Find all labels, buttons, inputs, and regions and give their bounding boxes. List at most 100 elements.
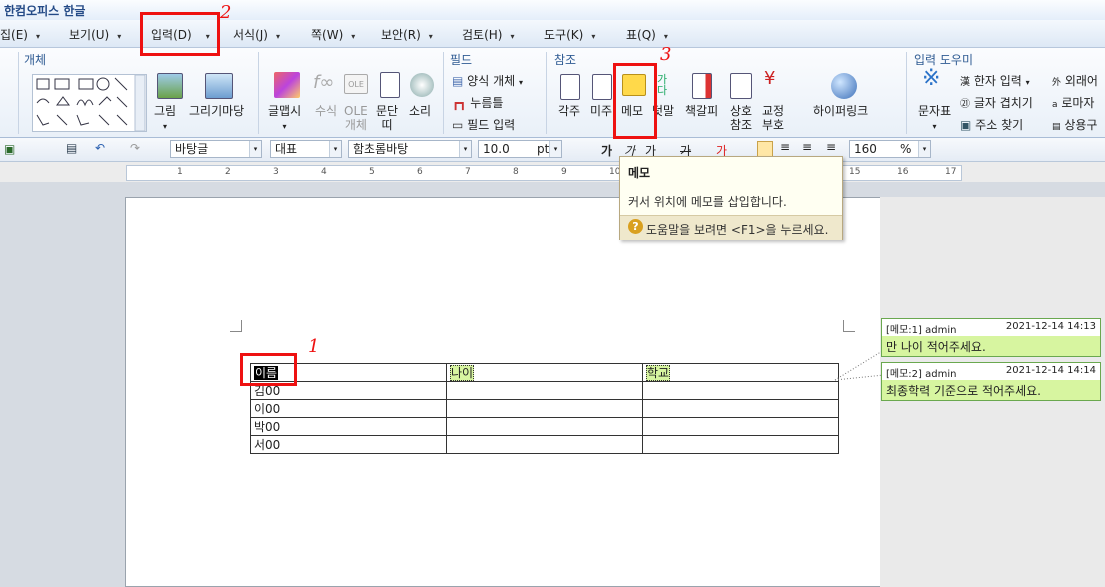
menu-table[interactable]: 표(Q) ▾ bbox=[626, 26, 668, 43]
menu-view[interactable]: 보기(U) ▾ bbox=[69, 26, 121, 43]
group-object-title: 개체 bbox=[24, 53, 47, 67]
form-object-button[interactable]: ▤ 양식 개체 ▾ bbox=[452, 72, 523, 89]
equation-icon: f∞ bbox=[313, 72, 335, 93]
phrases-icon: ▤ bbox=[1052, 122, 1061, 132]
document-table[interactable]: 이름 나이 학교 김00 이00 박00 서00 bbox=[250, 363, 839, 454]
undo-icon[interactable]: ↶ bbox=[95, 141, 105, 155]
align-center-icon[interactable]: ≡ bbox=[802, 140, 812, 154]
table-cell[interactable]: 학교 bbox=[642, 363, 839, 382]
ruler-label: 5 bbox=[369, 167, 375, 177]
proof-mark-button[interactable]: 교정 부호 bbox=[762, 104, 784, 132]
proof-mark-icon: ¥ bbox=[764, 68, 776, 89]
ruler-label: 15 bbox=[849, 167, 861, 177]
memo-icon bbox=[622, 74, 646, 96]
sound-button[interactable]: 소리 bbox=[409, 104, 431, 118]
address-icon: ▣ bbox=[960, 118, 972, 132]
menu-review[interactable]: 검토(H) ▾ bbox=[462, 26, 514, 43]
picture-button[interactable]: 그림 ▾ bbox=[154, 104, 176, 134]
menu-bar: 집(E) ▾ 보기(U) ▾ 입력(D) ▾ 서식(J) ▾ 쪽(W) ▾ 보안(R) ▾ … bbox=[0, 20, 1105, 48]
selected-text: 이름 bbox=[254, 365, 279, 380]
memo-text[interactable]: 최종학력 기준으로 적어주세요. bbox=[882, 380, 1100, 400]
margin-mark bbox=[230, 320, 242, 332]
language-select[interactable]: 대표 ▾ bbox=[270, 140, 342, 158]
char-map-button[interactable]: 문자표 ▾ bbox=[918, 104, 951, 134]
align-justify-icon[interactable] bbox=[757, 141, 773, 157]
table-cell[interactable]: 박00 bbox=[250, 417, 447, 436]
group-field-title: 필드 bbox=[450, 53, 473, 67]
table-cell[interactable] bbox=[642, 435, 839, 454]
menu-edit[interactable]: 집(E) ▾ bbox=[0, 26, 40, 43]
style-select[interactable]: 바탕글 ▾ bbox=[170, 140, 262, 158]
char-overlap-button[interactable]: ㉑ 글자 겹치기 bbox=[960, 94, 1033, 111]
caption-button[interactable]: 덧말 bbox=[652, 104, 674, 118]
table-cell[interactable] bbox=[642, 381, 839, 400]
memo-box[interactable]: [메모:1] admin 2021-12-14 14:13 만 나이 적어주세요. bbox=[881, 318, 1101, 357]
phrases-button[interactable]: ▤ 상용구 bbox=[1052, 116, 1097, 133]
memo-button[interactable]: 메모 bbox=[621, 104, 643, 118]
equation-button[interactable]: 수식 bbox=[315, 104, 337, 118]
hanja-input-button[interactable]: 漢 한자 입력 ▾ bbox=[960, 72, 1030, 89]
romanize-button[interactable]: a 로마자 bbox=[1052, 94, 1094, 111]
ruler-label: 4 bbox=[321, 167, 327, 177]
footnote-button[interactable]: 각주 bbox=[558, 104, 580, 118]
shapes-gallery[interactable] bbox=[32, 74, 147, 132]
ruler-label: 8 bbox=[513, 167, 519, 177]
picture-icon bbox=[157, 73, 183, 99]
wordart-button[interactable]: 글맵시 ▾ bbox=[268, 104, 301, 134]
table-cell[interactable] bbox=[446, 417, 643, 436]
foreign-word-button[interactable]: 外 외래어 bbox=[1052, 72, 1098, 89]
roman-icon: a bbox=[1052, 100, 1058, 110]
click-here-button[interactable]: ┏┓ 누름틀 bbox=[452, 94, 503, 111]
table-cell[interactable] bbox=[642, 399, 839, 418]
print-icon[interactable]: ▤ bbox=[66, 141, 77, 155]
ole-icon: OLE bbox=[344, 74, 368, 94]
table-cell[interactable]: 나이 bbox=[446, 363, 643, 382]
table-cell[interactable]: 서00 bbox=[250, 435, 447, 454]
menu-page[interactable]: 쪽(W) ▾ bbox=[311, 26, 355, 43]
table-row[interactable]: 이름 나이 학교 bbox=[250, 363, 839, 382]
paragraph-band-icon bbox=[380, 72, 400, 98]
memo-anchor: 학교 bbox=[646, 364, 671, 381]
ruler-label: 6 bbox=[417, 167, 423, 177]
hyperlink-button[interactable]: 하이퍼링크 bbox=[813, 104, 868, 118]
menu-security[interactable]: 보안(R) ▾ bbox=[381, 26, 433, 43]
bookmark-button[interactable]: 책갈피 bbox=[685, 104, 718, 118]
table-row[interactable]: 서00 bbox=[250, 435, 839, 454]
paragraph-band-button[interactable]: 문단 띠 bbox=[376, 104, 398, 132]
annotation-label: 3 bbox=[660, 44, 672, 65]
ole-button[interactable]: OLE 개체 bbox=[344, 104, 368, 132]
table-cell[interactable] bbox=[446, 435, 643, 454]
table-cell[interactable]: 이름 bbox=[250, 363, 447, 382]
drawing-market-button[interactable]: 그리기마당 bbox=[189, 104, 244, 118]
menu-insert[interactable]: 입력(D) ▾ bbox=[151, 26, 210, 43]
save-icon[interactable]: ▣ bbox=[4, 142, 15, 156]
memo-box[interactable]: [메모:2] admin 2021-12-14 14:14 최종학력 기준으로 적… bbox=[881, 362, 1101, 401]
table-row[interactable]: 김00 bbox=[250, 381, 839, 400]
address-search-button[interactable]: ▣ 주소 찾기 bbox=[960, 116, 1023, 133]
table-cell[interactable] bbox=[446, 399, 643, 418]
memo-text[interactable]: 만 나이 적어주세요. bbox=[882, 336, 1100, 356]
table-row[interactable]: 이00 bbox=[250, 399, 839, 418]
menu-format[interactable]: 서식(J) ▾ bbox=[233, 26, 280, 43]
bold-button[interactable]: 가 bbox=[601, 142, 612, 159]
font-size-field[interactable]: 10.0 pt ▾ bbox=[478, 140, 562, 158]
cross-ref-button[interactable]: 상호 참조 bbox=[730, 104, 752, 132]
app-title: 한컴오피스 한글 bbox=[4, 4, 86, 18]
ruler-label: 3 bbox=[273, 167, 279, 177]
font-select[interactable]: 함초롬바탕 ▾ bbox=[348, 140, 472, 158]
zoom-field[interactable]: 160 % ▾ bbox=[849, 140, 931, 158]
table-cell[interactable]: 김00 bbox=[250, 381, 447, 400]
redo-icon[interactable]: ↷ bbox=[130, 141, 140, 155]
tooltip-title: 메모 bbox=[628, 166, 651, 180]
endnote-icon bbox=[592, 74, 612, 100]
table-cell[interactable] bbox=[446, 381, 643, 400]
field-input-button[interactable]: ▭ 필드 입력 bbox=[452, 116, 515, 133]
hyperlink-icon bbox=[831, 73, 857, 99]
table-cell[interactable] bbox=[642, 417, 839, 436]
table-cell[interactable]: 이00 bbox=[250, 399, 447, 418]
table-row[interactable]: 박00 bbox=[250, 417, 839, 436]
endnote-button[interactable]: 미주 bbox=[590, 104, 612, 118]
menu-tools[interactable]: 도구(K) ▾ bbox=[544, 26, 595, 43]
align-left-icon[interactable]: ≡ bbox=[780, 140, 790, 154]
align-right-icon[interactable]: ≡ bbox=[826, 140, 836, 154]
